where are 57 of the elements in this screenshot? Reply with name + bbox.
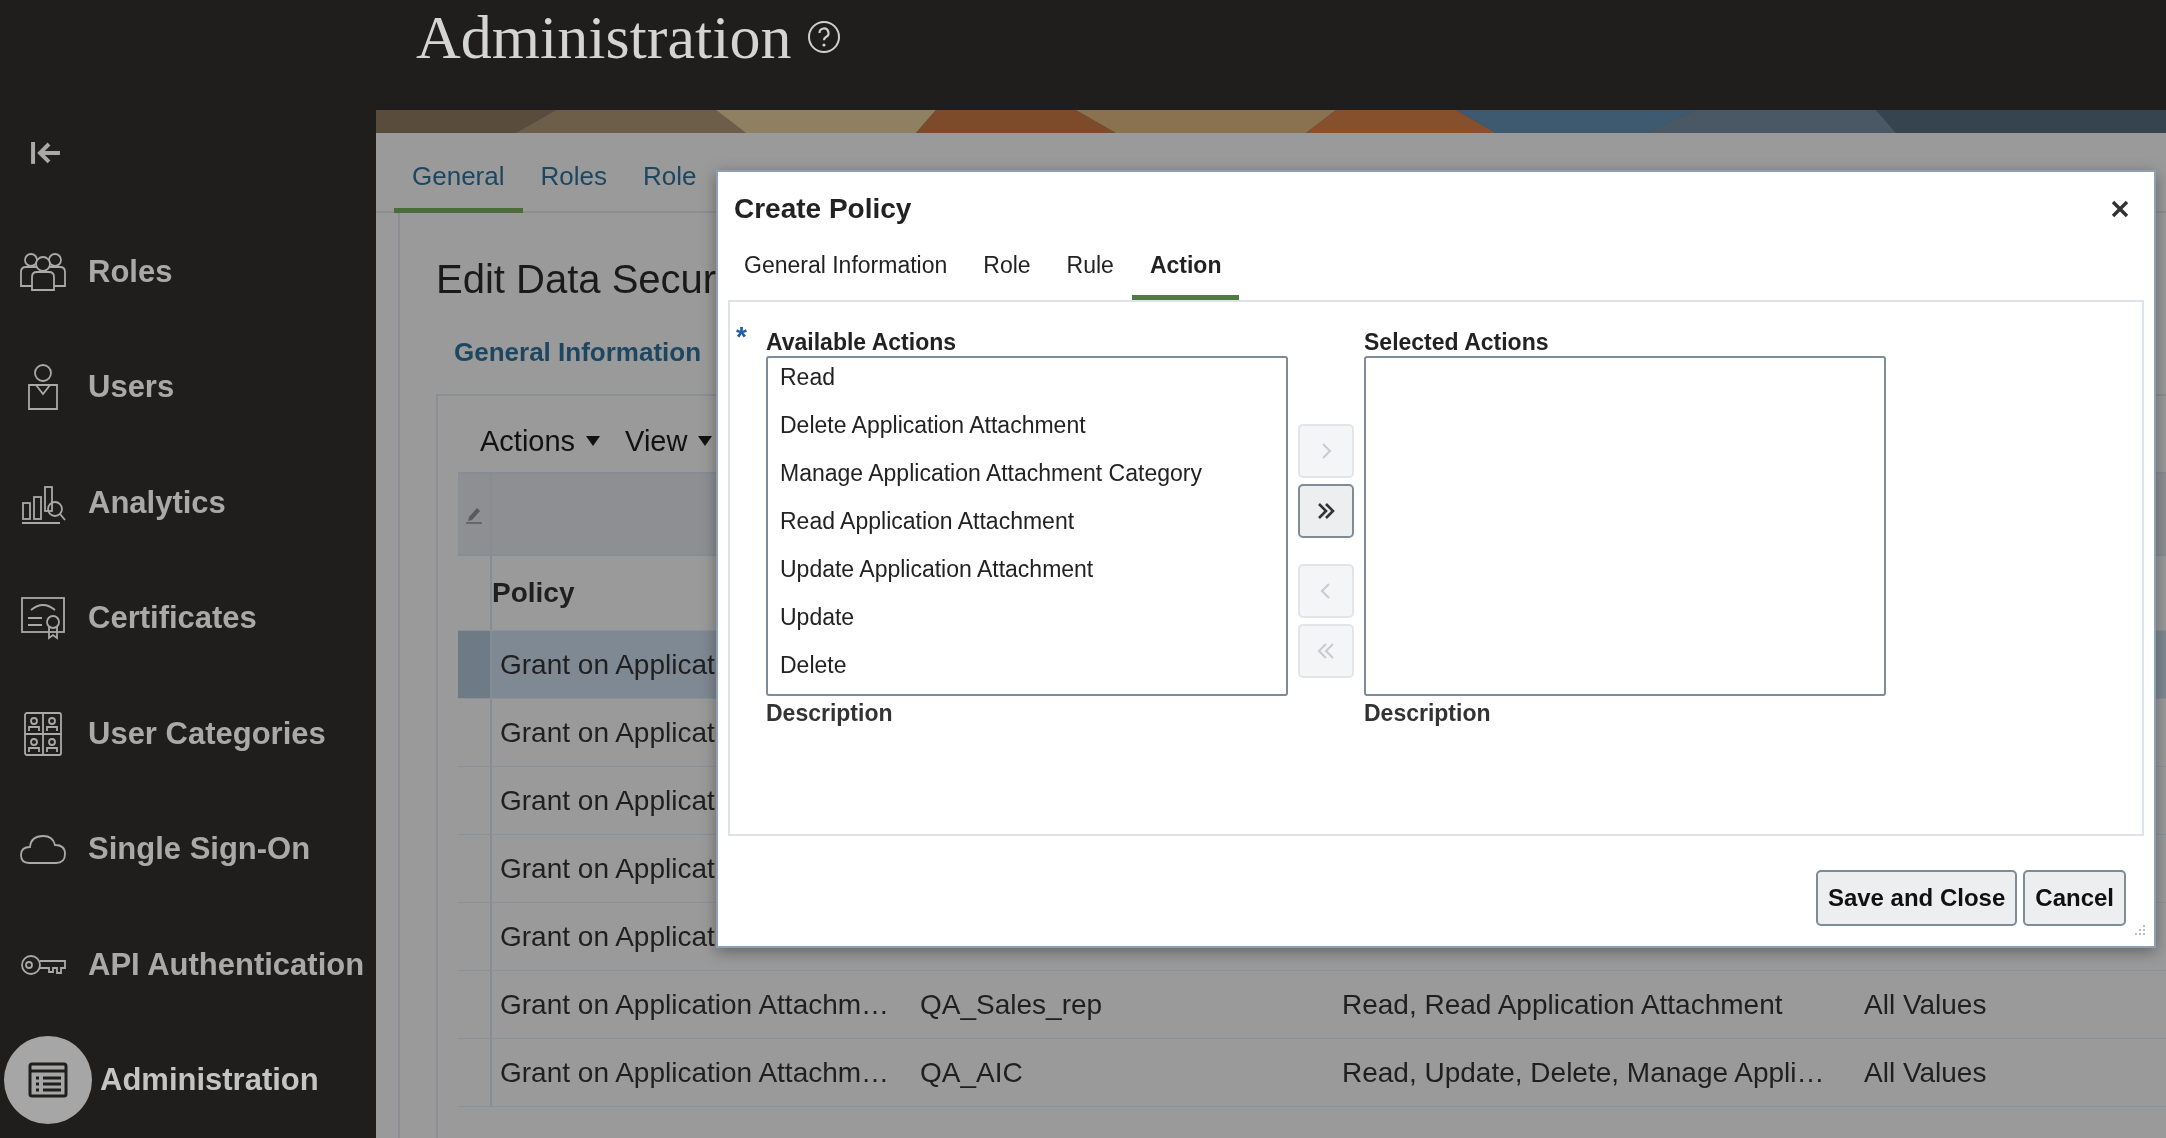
table-cell: All Values <box>1864 988 1987 1020</box>
list-item[interactable]: Read Application Attachment <box>780 506 1286 554</box>
list-label: Available Actions <box>766 329 957 356</box>
sidebar-item[interactable]: Single Sign-On <box>0 791 376 907</box>
tab[interactable]: Roles <box>522 161 625 213</box>
list-item[interactable]: Delete Application Attachment <box>780 410 1286 458</box>
caret-icon <box>585 435 602 447</box>
description-label: Description <box>766 700 894 727</box>
dialog-button[interactable]: Cancel <box>2023 870 2126 926</box>
sidebar-item[interactable]: API Authentication <box>0 906 376 1023</box>
tab[interactable]: General <box>394 161 523 213</box>
tab[interactable]: Action <box>1131 242 1240 300</box>
description-label: Description <box>1364 700 1492 727</box>
list-label: Selected Actions <box>1364 329 1549 356</box>
table-cell: Grant on Application Attachm… <box>500 1056 890 1088</box>
list-item[interactable]: Update <box>780 602 1286 650</box>
sidebar-item[interactable]: Analytics <box>0 444 376 561</box>
caret-icon <box>697 435 714 447</box>
list-item[interactable]: Manage Application Attachment Category <box>780 458 1286 506</box>
list-box[interactable]: Read Delete Application Attachment Manage Application Attachment Category Read Application Attachment Update Application Attachment Update Delete <box>766 356 1288 696</box>
certificate-icon <box>19 594 67 643</box>
table-cell: Read, Update, Delete, Manage Appli… <box>1342 1056 1825 1088</box>
page-title: Administration <box>416 1 792 73</box>
table-cell: Grant on Applicat <box>500 716 715 748</box>
table-cell: Grant on Applicat <box>500 648 715 680</box>
sidebar-item[interactable]: Administration <box>0 1022 376 1138</box>
close-icon[interactable] <box>2110 199 2130 219</box>
required-mark: * <box>736 322 748 352</box>
table-cell: Grant on Applicat <box>500 920 715 952</box>
tab[interactable]: Rule <box>1048 242 1132 300</box>
list-item[interactable]: Delete <box>780 650 1286 698</box>
table-row[interactable]: Grant on Application Attachm… QA_AIC Read, Update, Delete, Manage Appli… All Values <box>458 1039 2166 1107</box>
dialog-button[interactable]: Save and Close <box>1815 870 2018 926</box>
help-icon[interactable] <box>807 20 842 54</box>
menu-button[interactable]: Actions <box>480 424 602 458</box>
list-item[interactable]: Read <box>780 362 1286 410</box>
shuttle-button[interactable] <box>1298 484 1354 538</box>
tab[interactable]: General Information <box>726 242 966 300</box>
table-cell: Read, Read Application Attachment <box>1342 988 1783 1020</box>
menu-button[interactable]: View <box>625 424 714 458</box>
resize-grip-icon[interactable] <box>2132 924 2146 938</box>
table-cell: QA_AIC <box>920 1056 1023 1088</box>
table-row[interactable]: Grant on Application Attachm… QA_Sales_rep Read, Read Application Attachment All Values <box>458 971 2166 1039</box>
table-cell: QA_Sales_rep <box>920 988 1103 1020</box>
section-link[interactable]: General Information <box>454 337 702 368</box>
table-cell: Grant on Application Attachm… <box>500 988 890 1020</box>
table-cell: All Values <box>1864 1056 1987 1088</box>
sidebar-item[interactable]: Users <box>0 329 376 445</box>
table-cell: Grant on Applicat <box>500 784 715 816</box>
sidebar-item[interactable]: Certificates <box>0 560 376 676</box>
dialog-title: Create Policy <box>734 193 912 225</box>
table-cell: Grant on Applicat <box>500 852 715 884</box>
list-item[interactable]: Update Application Attachment <box>780 554 1286 602</box>
sidebar-item[interactable]: Roles <box>0 213 376 330</box>
tab[interactable]: Role <box>625 161 715 213</box>
tab[interactable]: Role <box>965 242 1049 300</box>
sidebar-item[interactable]: User Categories <box>0 675 376 792</box>
